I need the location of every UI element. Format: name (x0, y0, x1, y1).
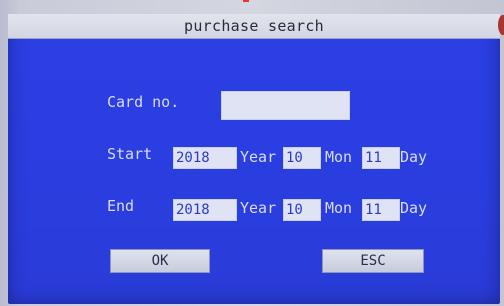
end-year-input[interactable]: 2018 (173, 199, 237, 221)
end-day-input[interactable]: 11 (362, 199, 400, 221)
end-month-input[interactable]: 10 (283, 199, 321, 221)
start-month-input[interactable]: 10 (283, 147, 321, 169)
start-year-unit: Year (240, 148, 277, 166)
end-day-unit: Day (400, 199, 428, 217)
title-bar: purchase search (8, 14, 500, 39)
start-year-input[interactable]: 2018 (173, 147, 237, 169)
end-year-unit: Year (240, 199, 277, 217)
window-title: purchase search (184, 17, 324, 35)
start-day-input[interactable]: 11 (362, 147, 400, 169)
card-number-input[interactable] (221, 91, 350, 120)
end-label: End (107, 197, 135, 215)
start-label: Start (107, 145, 153, 163)
start-day-unit: Day (400, 148, 428, 166)
ok-button[interactable]: OK (110, 249, 210, 273)
card-number-label: Card no. (107, 93, 180, 111)
start-month-unit: Mon (325, 148, 353, 166)
red-indicator-light (498, 15, 504, 35)
end-month-unit: Mon (325, 199, 353, 217)
red-indicator-mark (243, 0, 249, 2)
esc-button[interactable]: ESC (322, 249, 424, 273)
